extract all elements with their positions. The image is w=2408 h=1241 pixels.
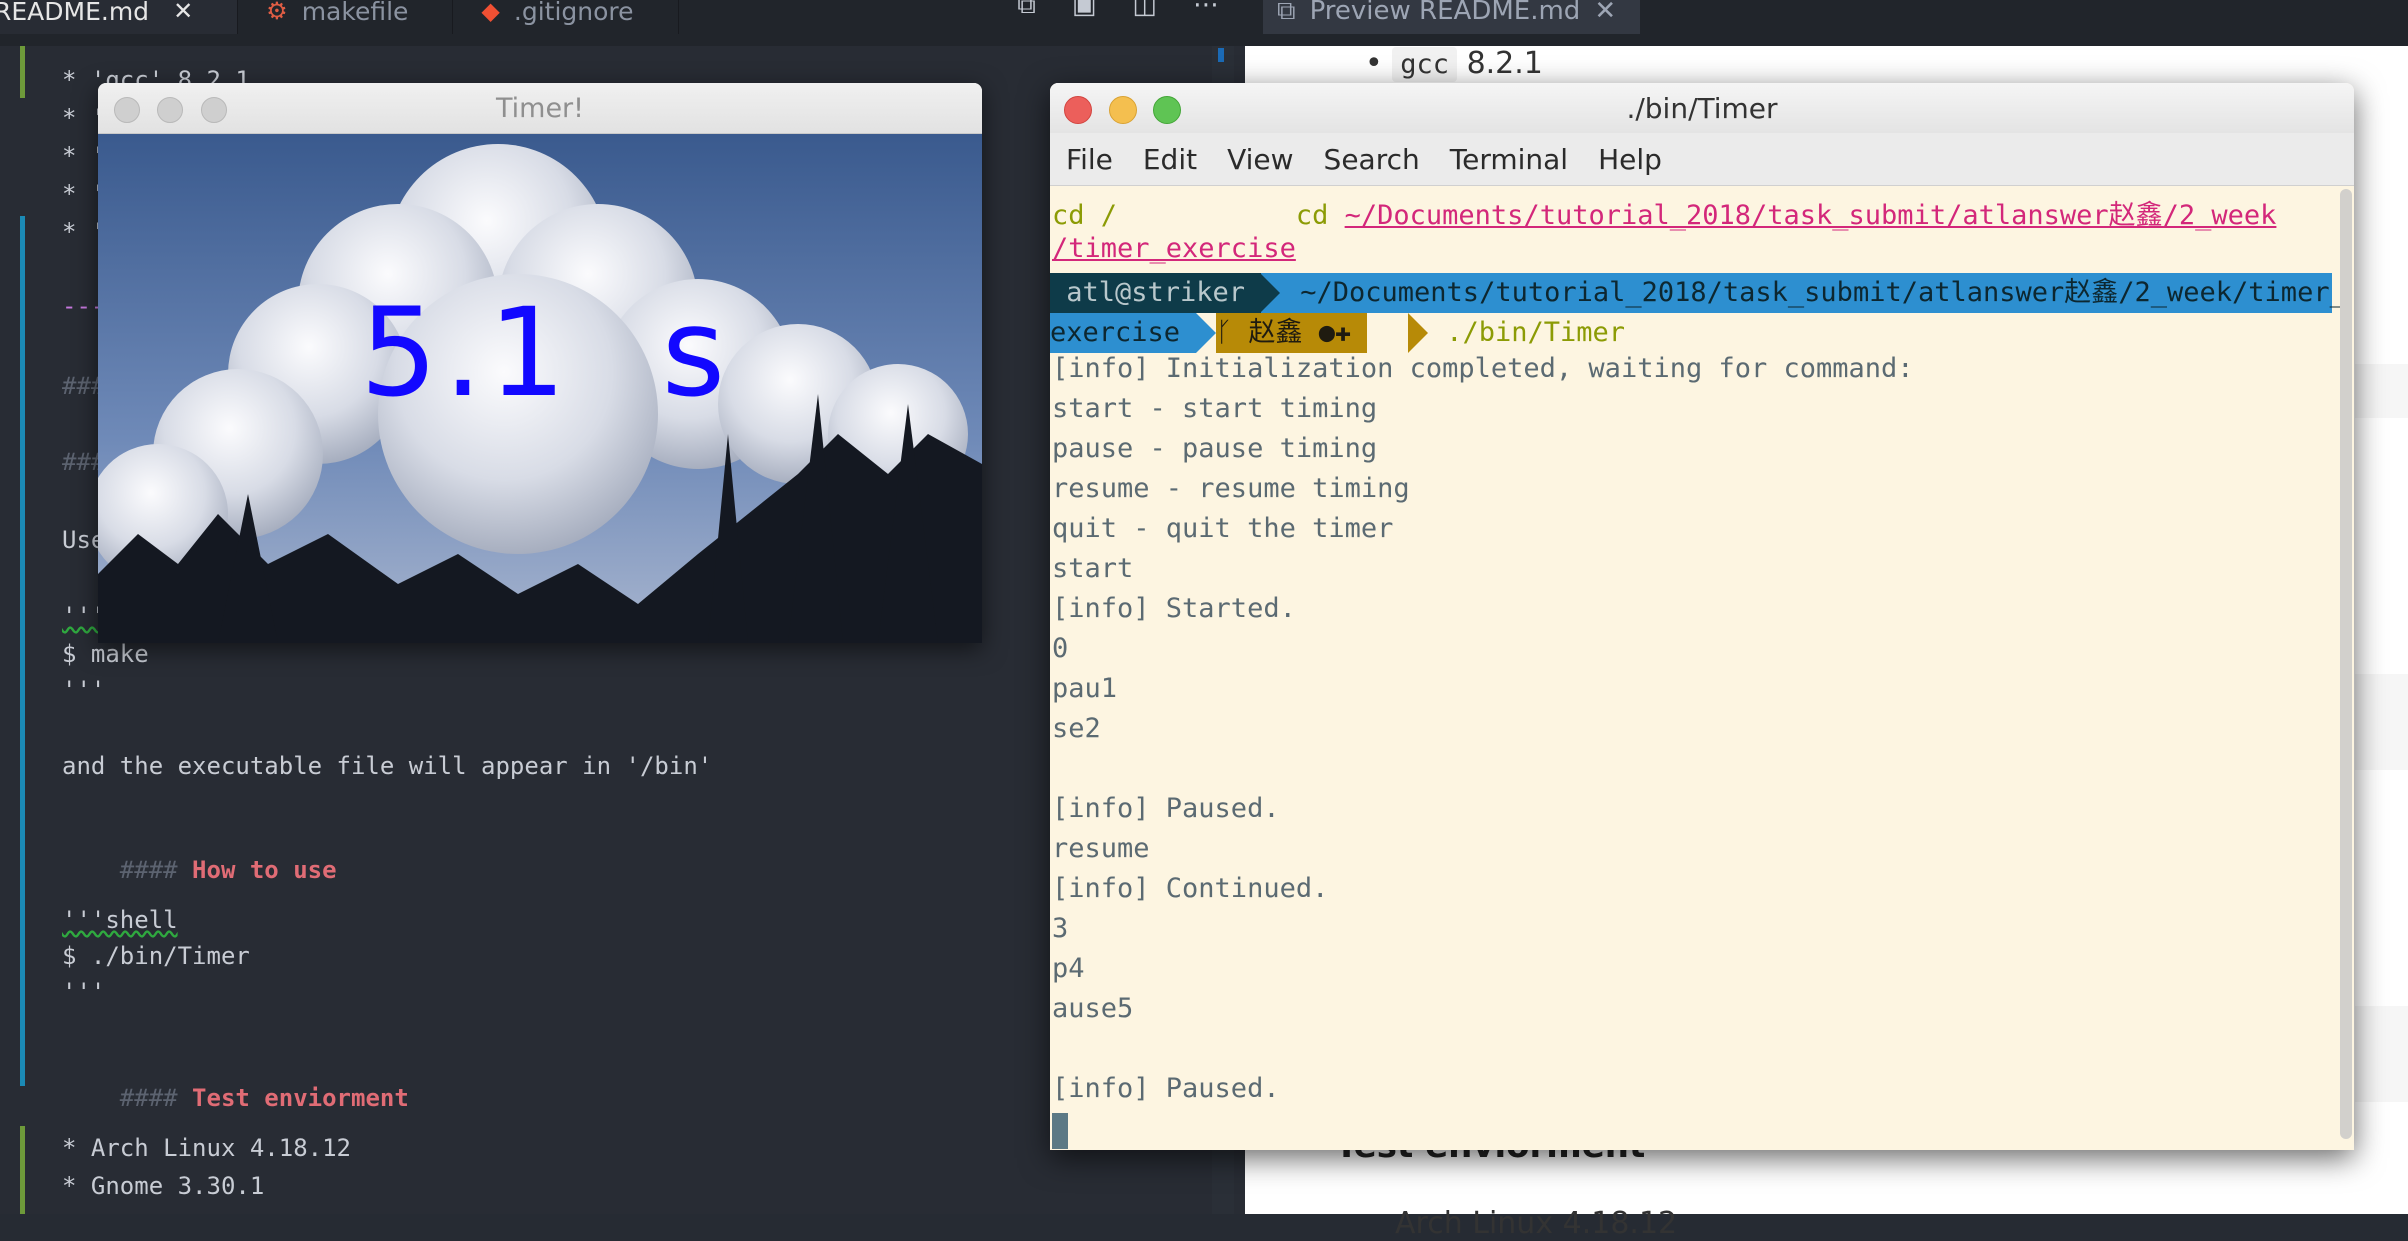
- prompt-user: atl@striker: [1050, 273, 1262, 313]
- git-branch-label: 赵鑫 ●✚: [1232, 317, 1368, 348]
- terminal-title-bar[interactable]: ./bin/Timer: [1050, 83, 2354, 133]
- timer-canvas: 5.1 s: [98, 134, 982, 643]
- menu-terminal[interactable]: Terminal: [1450, 143, 1568, 176]
- markdown-heading: #### How to use: [62, 828, 337, 912]
- elapsed-time-readout: 5.1 s: [360, 282, 732, 424]
- code-line: $ ./bin/Timer: [62, 942, 250, 970]
- git-branch-icon: ᚴ: [1216, 317, 1233, 348]
- tab-readme[interactable]: README.md ✕: [0, 0, 239, 34]
- prompt-path: exercise: [1050, 313, 1197, 353]
- editor-tab-bar: README.md ✕ ⚙ makefile ◆ .gitignore ⧉ ▣ …: [0, 0, 1245, 46]
- output-line: [info] Paused.: [1052, 793, 1280, 824]
- git-added-marker: [20, 46, 25, 98]
- preview-tab-bar: ⧉ Preview README.md ✕: [1245, 0, 2408, 46]
- output-line: [info] Initialization completed, waiting…: [1052, 353, 1914, 384]
- heading-text: How to use: [192, 856, 337, 884]
- code-line: * Arch Linux 4.18.12: [62, 1134, 351, 1162]
- menu-edit[interactable]: Edit: [1143, 143, 1197, 176]
- menu-view[interactable]: View: [1227, 143, 1293, 176]
- output-line: [info] Continued.: [1052, 873, 1329, 904]
- heading-text: Test enviorment: [192, 1084, 409, 1112]
- output-line: ause5: [1052, 993, 1134, 1024]
- terminal-cursor: [1052, 1113, 1068, 1149]
- markdown-heading: #### Test enviorment: [62, 1056, 409, 1140]
- makefile-icon: ⚙: [266, 0, 288, 25]
- code-line: ''': [62, 978, 106, 1006]
- timer-title-bar[interactable]: Timer!: [98, 83, 982, 134]
- terminal-window[interactable]: ./bin/Timer File Edit View Search Termin…: [1050, 83, 2354, 1150]
- tab-makefile[interactable]: ⚙ makefile: [238, 0, 454, 34]
- menu-help[interactable]: Help: [1598, 143, 1662, 176]
- cd-line: cd / cd ~/Documents/tutorial_2018/task_s…: [1052, 193, 2276, 232]
- git-modified-marker: [20, 216, 25, 1086]
- output-line: p4: [1052, 953, 1085, 984]
- inline-code: gcc: [1392, 47, 1458, 82]
- cd-path-link[interactable]: ~/Documents/tutorial_2018/task_submit/at…: [1345, 200, 2277, 231]
- output-line: 0: [1052, 633, 1069, 664]
- code-block: [2355, 1006, 2408, 1102]
- terminal-output[interactable]: cd / cd ~/Documents/tutorial_2018/task_s…: [1050, 185, 2354, 1150]
- cd-line: /timer_exercise: [1052, 233, 1296, 264]
- list-item: Arch Linux 4.18.12: [1395, 1206, 1678, 1241]
- prompt-separator: [1260, 273, 1280, 313]
- output-line: pau1: [1052, 673, 1118, 704]
- git-icon: ◆: [481, 0, 500, 25]
- list-item-text: 8.2.1: [1466, 46, 1543, 81]
- output-line: [info] Started.: [1052, 593, 1296, 624]
- line-gutter: [0, 46, 28, 1214]
- output-line: start - start timing: [1052, 393, 1378, 424]
- close-icon[interactable]: ✕: [173, 0, 193, 25]
- code-line: and the executable file will appear in '…: [62, 752, 713, 780]
- code-line: * Gnome 3.30.1: [62, 1172, 265, 1200]
- editor-actions: ⧉ ▣ ◫ ⋯: [1017, 0, 1219, 21]
- tab-label: README.md: [0, 0, 150, 26]
- tab-label: .gitignore: [513, 0, 634, 26]
- cd-root: cd /: [1052, 200, 1118, 231]
- cd-command: cd: [1295, 200, 1329, 231]
- list-item: • gcc 8.2.1: [1365, 46, 1543, 82]
- output-line: 3: [1052, 913, 1069, 944]
- tab-gitignore[interactable]: ◆ .gitignore: [453, 0, 679, 34]
- code-block: [2355, 674, 2408, 770]
- code-line: ''': [62, 676, 106, 704]
- preview-icon: ⧉: [1277, 0, 1296, 26]
- preview-side-icon[interactable]: ▣: [1072, 0, 1097, 21]
- prompt-separator: [1196, 313, 1216, 353]
- scrollbar-marker: [1218, 48, 1224, 62]
- prompt-path: ~/Documents/tutorial_2018/task_submit/at…: [1284, 277, 2346, 308]
- output-line: quit - quit the timer: [1052, 513, 1394, 544]
- heading-hash: ####: [119, 1084, 178, 1112]
- menu-file[interactable]: File: [1066, 143, 1113, 176]
- code-line: $ make: [62, 640, 149, 668]
- close-icon[interactable]: ✕: [1594, 0, 1616, 26]
- output-line: pause - pause timing: [1052, 433, 1378, 464]
- cd-path-link[interactable]: /timer_exercise: [1052, 233, 1296, 264]
- preview-divider: [2355, 364, 2408, 418]
- prompt-command: ./bin/Timer: [1430, 317, 1626, 348]
- tab-label: makefile: [301, 0, 409, 26]
- open-preview-icon[interactable]: ⧉: [1017, 0, 1036, 21]
- more-actions-icon[interactable]: ⋯: [1193, 0, 1219, 21]
- heading-hash: ####: [119, 856, 178, 884]
- code-line: '''shell: [62, 906, 178, 934]
- window-title: ./bin/Timer: [1626, 92, 1778, 125]
- tab-label: Preview README.md: [1309, 0, 1581, 26]
- terminal-scrollbar[interactable]: [2340, 189, 2352, 1139]
- menu-search[interactable]: Search: [1324, 143, 1420, 176]
- git-added-marker: [20, 1126, 25, 1214]
- output-line: start: [1052, 553, 1134, 584]
- output-line: resume - resume timing: [1052, 473, 1410, 504]
- output-line: [info] Paused.: [1052, 1073, 1280, 1104]
- prompt-separator: [1408, 313, 1428, 353]
- output-line: se2: [1052, 713, 1101, 744]
- split-editor-icon[interactable]: ◫: [1132, 0, 1157, 21]
- window-title: Timer!: [495, 93, 584, 124]
- timer-window[interactable]: Timer! 5.1 s: [98, 83, 982, 643]
- tab-preview-readme[interactable]: ⧉ Preview README.md ✕: [1263, 0, 1641, 34]
- terminal-menu-bar: File Edit View Search Terminal Help: [1050, 133, 2354, 186]
- output-line: resume: [1052, 833, 1150, 864]
- git-branch-segment: ᚴ 赵鑫 ●✚: [1216, 313, 1368, 353]
